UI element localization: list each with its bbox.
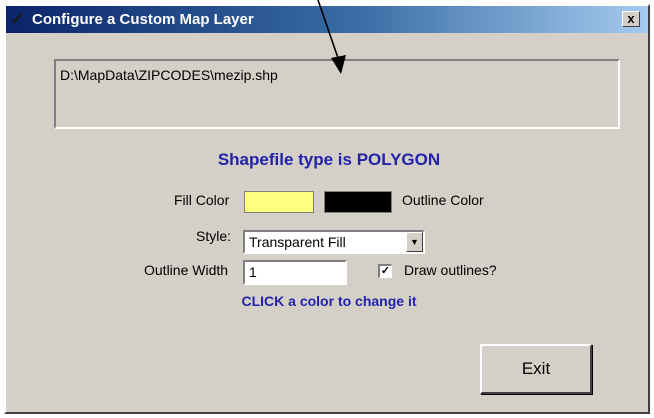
outline-width-input[interactable]: 1 [243, 260, 347, 285]
fill-color-swatch[interactable] [244, 191, 314, 213]
draw-outlines-label: Draw outlines? [404, 262, 497, 278]
title-bar[interactable]: ✓ Configure a Custom Map Layer x [6, 6, 648, 33]
outline-color-label: Outline Color [402, 192, 484, 208]
window-title: Configure a Custom Map Layer [32, 11, 254, 28]
style-select[interactable]: Transparent Fill ▼ [243, 230, 425, 254]
outline-color-swatch[interactable] [324, 191, 392, 213]
file-path-display: D:\MapData\ZIPCODES\mezip.shp [54, 59, 620, 129]
check-icon: ✓ [380, 265, 391, 277]
close-button[interactable]: x [622, 11, 640, 27]
style-select-value: Transparent Fill [249, 234, 346, 250]
style-label: Style: [196, 228, 232, 244]
outline-width-label: Outline Width [144, 262, 229, 278]
app-check-icon: ✓ [10, 9, 26, 29]
draw-outlines-checkbox[interactable]: ✓ [378, 264, 392, 278]
exit-button[interactable]: Exit [480, 344, 592, 394]
shapefile-type-label: Shapefile type is POLYGON [217, 150, 441, 169]
fill-color-label: Fill Color [174, 192, 230, 208]
color-hint-text: CLICK a color to change it [241, 293, 417, 309]
chevron-down-icon[interactable]: ▼ [406, 232, 423, 252]
configure-map-layer-dialog: ✓ Configure a Custom Map Layer x D:\MapD… [4, 4, 650, 414]
